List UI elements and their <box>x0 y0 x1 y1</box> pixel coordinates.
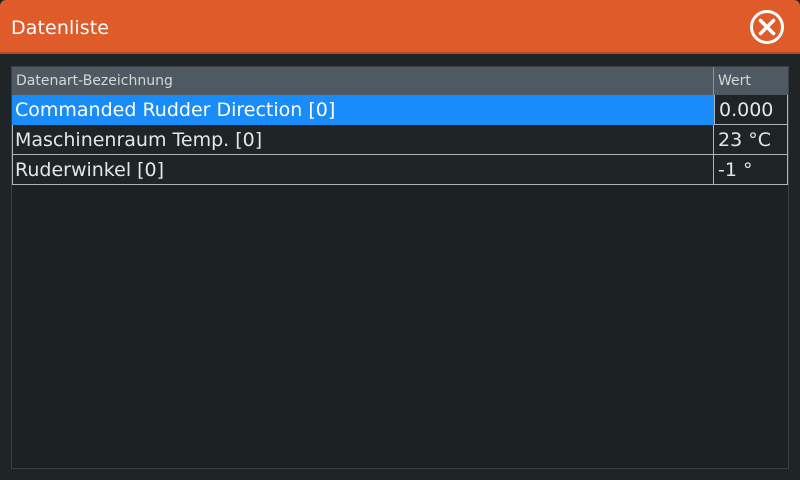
dialog-title: Datenliste <box>11 17 110 39</box>
table-row[interactable]: Commanded Rudder Direction [0] 0.000 <box>12 95 788 125</box>
table-row[interactable]: Ruderwinkel [0] -1 ° <box>12 155 788 185</box>
row-value-cell: 23 °C <box>718 129 771 151</box>
title-bar: Datenliste <box>0 0 800 54</box>
row-name-cell: Ruderwinkel [0] <box>12 155 714 185</box>
row-value-cell: 0.000 <box>714 95 788 125</box>
row-value-cell: -1 ° <box>718 159 753 181</box>
row-name-cell: Maschinenraum Temp. [0] <box>12 125 714 155</box>
close-icon[interactable] <box>749 9 785 45</box>
row-name-cell: Commanded Rudder Direction [0] <box>12 95 714 125</box>
data-list-dialog: Datenliste Datenart-Bezeichnung Wert Com… <box>0 0 800 480</box>
data-table-panel: Datenart-Bezeichnung Wert Commanded Rudd… <box>11 66 789 469</box>
column-header-value[interactable]: Wert <box>714 67 788 95</box>
table-row[interactable]: Maschinenraum Temp. [0] 23 °C <box>12 125 788 155</box>
column-header-name[interactable]: Datenart-Bezeichnung <box>12 67 714 95</box>
